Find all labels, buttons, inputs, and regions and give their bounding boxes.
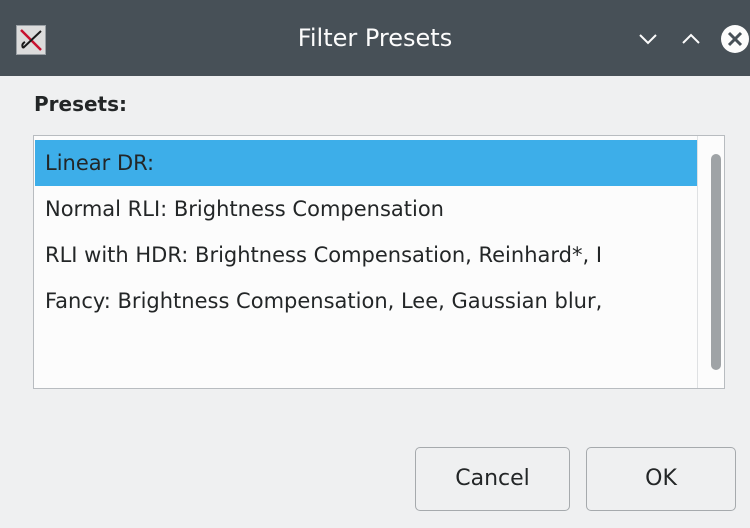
presets-list[interactable]: Linear DR: Normal RLI: Brightness Compen… [33,135,725,389]
preset-item-normal-rli[interactable]: Normal RLI: Brightness Compensation [35,186,700,232]
filter-presets-dialog: Filter Presets Presets: Linear DR: Norma… [0,0,750,528]
list-scrollbar[interactable] [697,136,724,388]
minimize-icon[interactable] [633,24,663,54]
preset-item-linear-dr[interactable]: Linear DR: [35,140,700,186]
ok-button[interactable]: OK [586,447,736,511]
presets-label: Presets: [34,92,128,116]
cancel-button[interactable]: Cancel [415,447,570,511]
preset-item-fancy[interactable]: Fancy: Brightness Compensation, Lee, Gau… [35,278,700,324]
maximize-icon[interactable] [676,24,706,54]
title-bar[interactable]: Filter Presets [0,0,750,76]
scrollbar-thumb[interactable] [711,154,721,370]
x-logo-icon[interactable] [16,25,46,55]
preset-item-rli-hdr[interactable]: RLI with HDR: Brightness Compensation, R… [35,232,700,278]
close-icon[interactable] [720,24,750,54]
